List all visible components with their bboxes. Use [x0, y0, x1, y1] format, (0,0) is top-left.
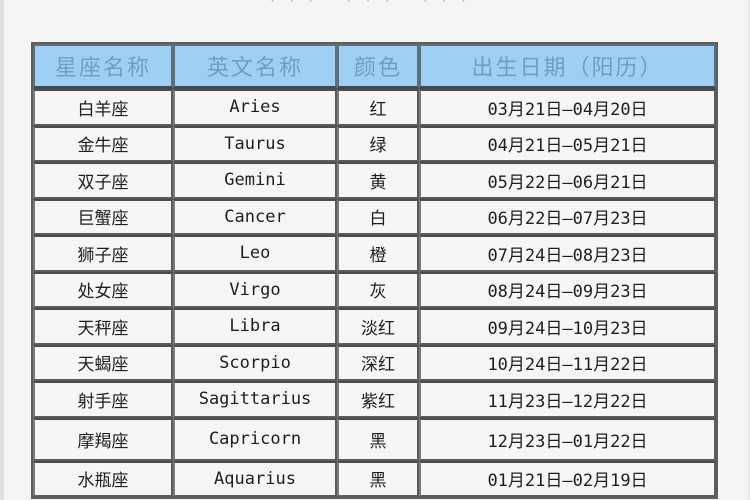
cell-color: 黄: [337, 162, 419, 199]
top-title-fragment: ··· ··· ···: [0, 0, 750, 5]
cell-en-name: Capricorn: [173, 417, 337, 461]
table-row: 处女座 Virgo 灰 08月24日—09月23日: [33, 271, 716, 308]
cell-en-name: Virgo: [173, 271, 337, 308]
cell-color: 黑: [337, 417, 419, 461]
zodiac-table-container: 星座名称 英文名称 颜色 出生日期（阳历） 白羊座 Aries 红 03月21日…: [31, 42, 718, 499]
cell-birth-date: 04月21日—05月21日: [419, 125, 716, 162]
cell-en-name: Leo: [173, 235, 337, 272]
cell-birth-date: 11月23日—12月22日: [419, 381, 716, 418]
cell-color: 淡红: [337, 308, 419, 345]
table-row: 摩羯座 Capricorn 黑 12月23日—01月22日: [33, 417, 716, 461]
cell-color: 橙: [337, 235, 419, 272]
table-row: 天蝎座 Scorpio 深红 10月24日—11月22日: [33, 344, 716, 381]
cell-en-name: Scorpio: [173, 344, 337, 381]
cell-color: 白: [337, 198, 419, 235]
cell-color: 红: [337, 89, 419, 126]
cell-cn-name: 金牛座: [33, 125, 173, 162]
cell-en-name: Aries: [173, 89, 337, 126]
header-row: 星座名称 英文名称 颜色 出生日期（阳历）: [33, 44, 716, 89]
cell-cn-name: 天蝎座: [33, 344, 173, 381]
cell-cn-name: 处女座: [33, 271, 173, 308]
cell-cn-name: 双子座: [33, 162, 173, 199]
cell-birth-date: 01月21日—02月19日: [419, 460, 716, 497]
cell-en-name: Libra: [173, 308, 337, 345]
header-birth-date: 出生日期（阳历）: [419, 44, 716, 89]
cell-birth-date: 03月21日—04月20日: [419, 89, 716, 126]
cell-en-name: Cancer: [173, 198, 337, 235]
left-edge: [0, 0, 4, 500]
table-body: 白羊座 Aries 红 03月21日—04月20日 金牛座 Taurus 绿 0…: [33, 89, 716, 497]
cell-cn-name: 巨蟹座: [33, 198, 173, 235]
cell-birth-date: 08月24日—09月23日: [419, 271, 716, 308]
cell-birth-date: 10月24日—11月22日: [419, 344, 716, 381]
cell-birth-date: 07月24日—08月23日: [419, 235, 716, 272]
table-row: 双子座 Gemini 黄 05月22日—06月21日: [33, 162, 716, 199]
cell-color: 深红: [337, 344, 419, 381]
cell-birth-date: 12月23日—01月22日: [419, 417, 716, 461]
zodiac-table: 星座名称 英文名称 颜色 出生日期（阳历） 白羊座 Aries 红 03月21日…: [31, 42, 718, 499]
table-row: 天秤座 Libra 淡红 09月24日—10月23日: [33, 308, 716, 345]
table-row: 巨蟹座 Cancer 白 06月22日—07月23日: [33, 198, 716, 235]
cell-cn-name: 射手座: [33, 381, 173, 418]
cell-color: 紫红: [337, 381, 419, 418]
header-en-name: 英文名称: [173, 44, 337, 89]
table-row: 白羊座 Aries 红 03月21日—04月20日: [33, 89, 716, 126]
cell-en-name: Sagittarius: [173, 381, 337, 418]
cell-color: 绿: [337, 125, 419, 162]
page: ··· ··· ··· 星座名称 英文名称 颜色 出生日期（阳历） 白羊座 Ar…: [0, 0, 750, 500]
cell-cn-name: 狮子座: [33, 235, 173, 272]
cell-cn-name: 白羊座: [33, 89, 173, 126]
cell-en-name: Taurus: [173, 125, 337, 162]
cell-en-name: Gemini: [173, 162, 337, 199]
header-cn-name: 星座名称: [33, 44, 173, 89]
cell-en-name: Aquarius: [173, 460, 337, 497]
cell-color: 黑: [337, 460, 419, 497]
cell-birth-date: 09月24日—10月23日: [419, 308, 716, 345]
cell-birth-date: 05月22日—06月21日: [419, 162, 716, 199]
cell-color: 灰: [337, 271, 419, 308]
table-row: 水瓶座 Aquarius 黑 01月21日—02月19日: [33, 460, 716, 497]
cell-birth-date: 06月22日—07月23日: [419, 198, 716, 235]
cell-cn-name: 摩羯座: [33, 417, 173, 461]
cell-cn-name: 天秤座: [33, 308, 173, 345]
header-color: 颜色: [337, 44, 419, 89]
cell-cn-name: 水瓶座: [33, 460, 173, 497]
table-row: 金牛座 Taurus 绿 04月21日—05月21日: [33, 125, 716, 162]
table-row: 射手座 Sagittarius 紫红 11月23日—12月22日: [33, 381, 716, 418]
table-row: 狮子座 Leo 橙 07月24日—08月23日: [33, 235, 716, 272]
